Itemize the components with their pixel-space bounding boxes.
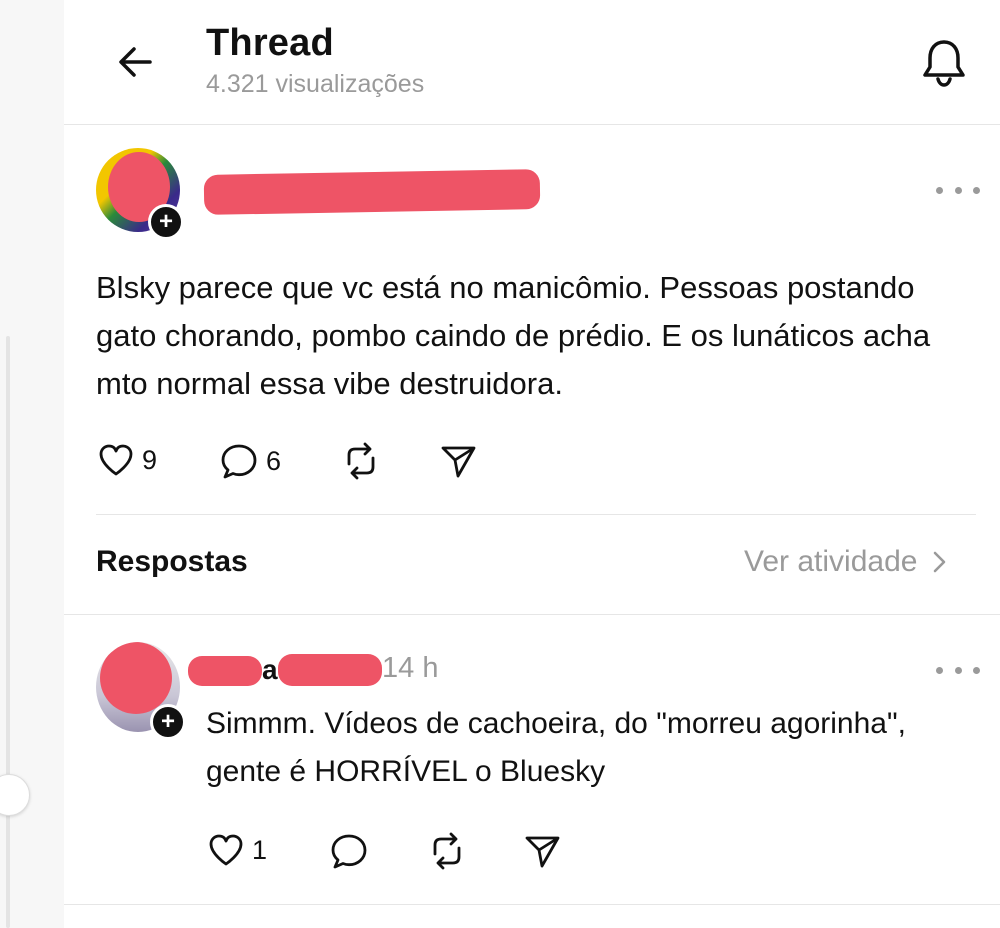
scrollbar-track[interactable] xyxy=(6,336,10,928)
scrollbar-thumb[interactable] xyxy=(0,774,30,816)
thread-page: Thread 4.321 visualizações + Blsky parec… xyxy=(0,0,1000,928)
reply-timestamp: 14 h xyxy=(382,652,439,684)
send-icon xyxy=(441,446,476,478)
repost-button[interactable] xyxy=(340,440,382,482)
follow-author-button[interactable]: + xyxy=(148,204,184,240)
author-name-redacted xyxy=(203,169,541,215)
comment-icon xyxy=(331,834,367,869)
reply-comment-button[interactable] xyxy=(328,830,370,872)
reply-count: 6 xyxy=(266,445,282,476)
reply-name-redacted-2 xyxy=(278,654,382,686)
view-activity-label: Ver atividade xyxy=(744,545,918,578)
notifications-button[interactable] xyxy=(916,34,972,90)
bell-icon xyxy=(923,40,965,87)
follow-reply-author-button[interactable]: + xyxy=(150,704,186,740)
header-divider xyxy=(64,124,1000,125)
more-horizontal-icon xyxy=(936,186,943,194)
reply-name-redacted-1 xyxy=(188,656,262,686)
send-icon xyxy=(525,836,560,868)
reply-more-button[interactable] xyxy=(936,660,980,680)
more-horizontal-icon xyxy=(936,666,943,674)
like-count: 9 xyxy=(142,444,158,475)
comment-icon xyxy=(221,444,257,479)
page-title: Thread xyxy=(206,22,334,64)
reply-divider xyxy=(64,904,1000,905)
heart-icon xyxy=(209,834,243,866)
avatar-redaction xyxy=(100,642,172,714)
repost-icon xyxy=(347,442,375,480)
view-activity-link[interactable]: Ver atividade xyxy=(744,545,953,579)
back-button[interactable] xyxy=(114,40,158,84)
share-button[interactable] xyxy=(438,440,478,480)
comment-button[interactable]: 6 xyxy=(218,440,281,482)
post-body: Blsky parece que vc está no manicômio. P… xyxy=(96,270,931,401)
reply-like-count: 1 xyxy=(252,834,268,865)
reply-name-fragment: a xyxy=(262,654,278,685)
replies-divider xyxy=(64,614,1000,615)
reply-body: Simmm. Vídeos de cachoeira, do "morreu a… xyxy=(206,707,906,788)
reply-repost-button[interactable] xyxy=(426,830,468,872)
reply-share-button[interactable] xyxy=(522,830,562,870)
like-button[interactable]: 9 xyxy=(96,440,157,480)
left-screen-edge xyxy=(0,0,64,928)
reply-like-button[interactable]: 1 xyxy=(206,830,267,870)
replies-heading: Respostas xyxy=(96,545,248,578)
post-divider xyxy=(96,514,976,515)
heart-icon xyxy=(99,444,133,476)
thread-header: Thread 4.321 visualizações xyxy=(64,0,1000,124)
chevron-right-icon xyxy=(934,551,946,573)
post-more-button[interactable] xyxy=(936,180,980,200)
view-count: 4.321 visualizações xyxy=(206,70,425,98)
arrow-left-icon xyxy=(119,47,152,77)
repost-icon xyxy=(433,832,461,870)
